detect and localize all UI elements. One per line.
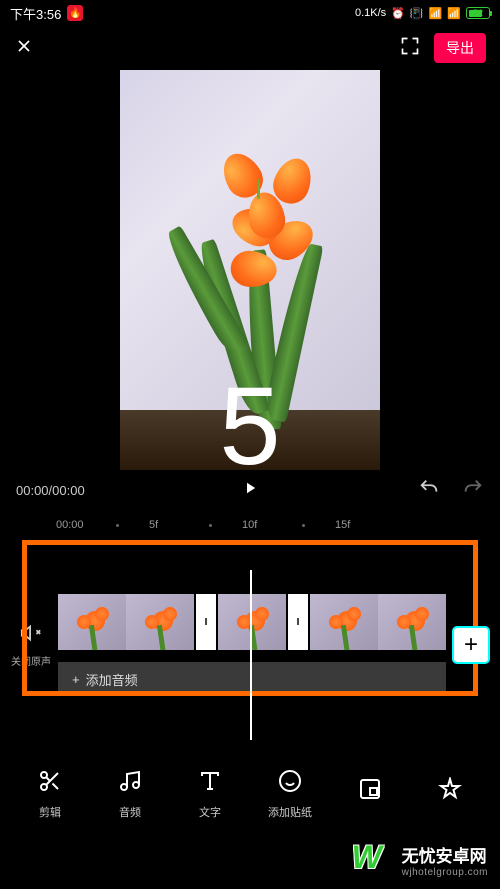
time-ruler: 00:00 5f 10f 15f	[0, 510, 500, 540]
expand-icon[interactable]	[400, 36, 420, 61]
tool-text[interactable]: 文字	[170, 769, 250, 820]
vibrate-icon: 📳	[410, 7, 424, 20]
video-preview[interactable]: 5	[0, 70, 500, 470]
wifi-icon: 📶	[429, 7, 443, 20]
watermark-logo: W	[352, 839, 394, 881]
redo-button[interactable]	[462, 477, 484, 504]
plus-icon: +	[464, 631, 478, 659]
clip-thumbnail[interactable]	[218, 594, 286, 650]
playhead[interactable]	[250, 570, 252, 740]
clip-track[interactable]: I I	[58, 594, 446, 650]
tool-audio[interactable]: 音频	[90, 769, 170, 820]
bottom-toolbar: 剪辑 音频 文字 添加贴纸	[0, 759, 500, 829]
signal-icon: 📶	[447, 7, 461, 20]
tool-pip[interactable]	[330, 777, 410, 812]
countdown-number: 5	[219, 372, 280, 470]
status-time: 下午3:56	[10, 4, 61, 23]
undo-button[interactable]	[418, 477, 440, 504]
playback-bar: 00:00/00:00	[0, 470, 500, 510]
battery-indicator: 72	[466, 7, 490, 19]
watermark-title: 无忧安卓网	[402, 842, 488, 867]
tool-sticker[interactable]: 添加贴纸	[250, 769, 330, 820]
clip-thumbnail[interactable]	[378, 594, 446, 650]
add-clip-button[interactable]: +	[452, 626, 490, 664]
network-speed: 0.1K/s	[355, 7, 386, 19]
clip-thumbnail[interactable]	[310, 594, 378, 650]
status-bar: 下午3:56 🔥 0.1K/s ⏰ 📳 📶 📶 72	[0, 0, 500, 26]
play-button[interactable]	[241, 479, 259, 502]
top-bar: 导出	[0, 26, 500, 70]
tool-effects[interactable]	[410, 777, 490, 812]
clip-thumbnail[interactable]	[126, 594, 194, 650]
time-display: 00:00/00:00	[16, 483, 85, 498]
alarm-icon: ⏰	[391, 7, 405, 20]
weibo-icon: 🔥	[67, 5, 83, 21]
watermark: W 无忧安卓网 wjhotelgroup.com	[352, 839, 488, 881]
watermark-url: wjhotelgroup.com	[402, 867, 488, 878]
clip-thumbnail[interactable]	[58, 594, 126, 650]
export-button[interactable]: 导出	[434, 33, 486, 63]
tool-cut[interactable]: 剪辑	[10, 769, 90, 820]
close-icon[interactable]	[14, 36, 34, 61]
timeline[interactable]: 关闭原声 I I + 添加音频 +	[0, 540, 500, 720]
